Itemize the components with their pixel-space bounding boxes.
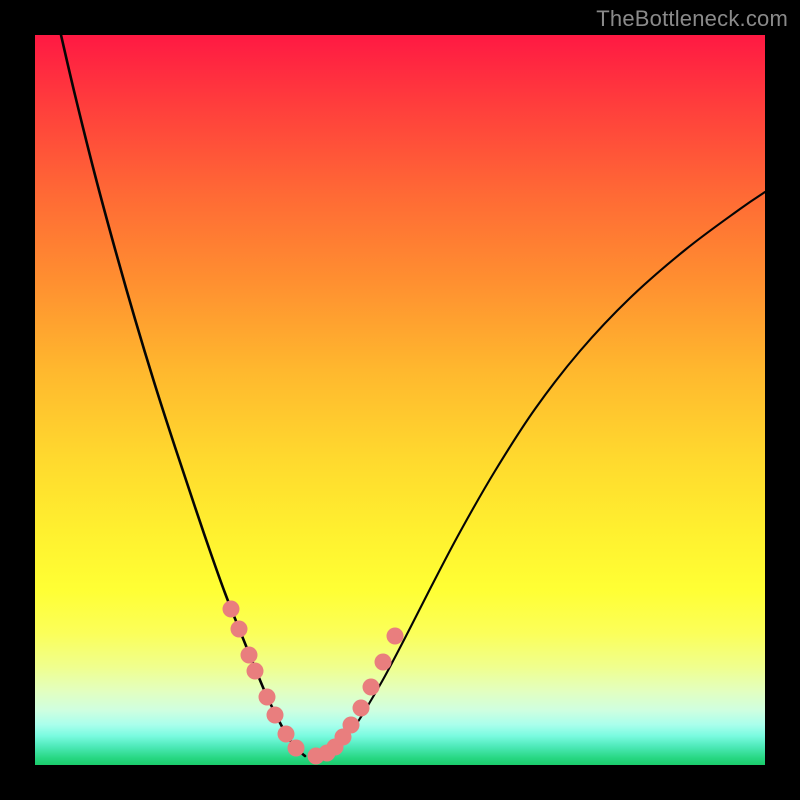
highlight-dot [267,707,284,724]
highlight-dot [288,740,305,757]
highlight-dot [387,628,404,645]
highlight-dot [223,601,240,618]
plot-area [35,35,765,765]
watermark-text: TheBottleneck.com [596,6,788,32]
highlight-dot [247,663,264,680]
highlight-dot-group [223,601,404,765]
highlight-dot [375,654,392,671]
highlight-dot [353,700,370,717]
curve-left-branch [61,35,305,756]
curves-svg [35,35,765,765]
curve-right-branch [325,192,765,755]
highlight-dot [278,726,295,743]
chart-frame: TheBottleneck.com [0,0,800,800]
highlight-dot [259,689,276,706]
highlight-dot [363,679,380,696]
highlight-dot [241,647,258,664]
highlight-dot [343,717,360,734]
highlight-dot [231,621,248,638]
